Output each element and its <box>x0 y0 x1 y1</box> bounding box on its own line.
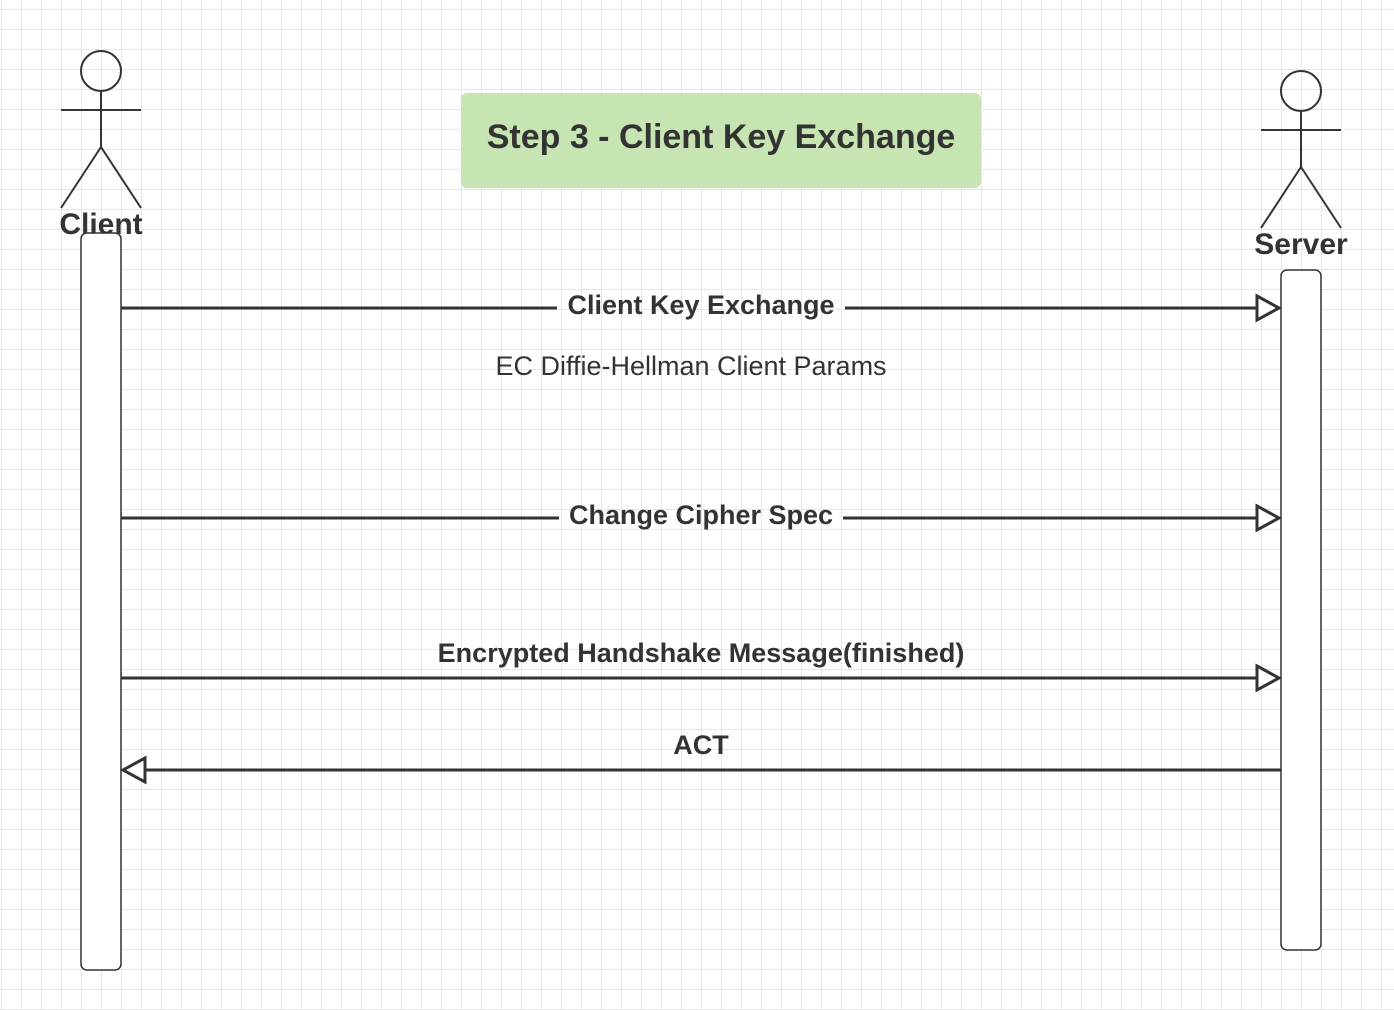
server-actor-label: Server <box>1254 228 1348 261</box>
diagram-title: Step 3 - Client Key Exchange <box>487 118 956 156</box>
server-left-leg <box>1260 166 1302 229</box>
sequence-diagram: Step 3 - Client Key Exchange Client Serv… <box>59 50 1348 971</box>
message-label: Client Key Exchange <box>567 290 834 320</box>
server-right-leg <box>1300 166 1342 229</box>
arrowhead-right <box>1255 663 1283 693</box>
server-actor-figure <box>1260 70 1342 229</box>
server-head <box>1280 70 1322 112</box>
client-head <box>80 50 122 92</box>
message-note: EC Diffie-Hellman Client Params <box>495 351 886 381</box>
client-actor-figure <box>60 50 142 209</box>
message-label: Change Cipher Spec <box>569 500 833 530</box>
client-left-leg <box>60 146 102 209</box>
arrowhead-left <box>119 755 147 785</box>
arrowhead-right <box>1255 503 1283 533</box>
diagram-canvas: Step 3 - Client Key Exchange Client Serv… <box>0 0 1394 1010</box>
message-client-key-exchange: Client Key Exchange EC Diffie-Hellman Cl… <box>121 290 1283 381</box>
client-right-leg <box>100 146 142 209</box>
message-change-cipher-spec: Change Cipher Spec <box>121 500 1283 533</box>
message-label: ACT <box>673 730 729 760</box>
message-label: Encrypted Handshake Message(finished) <box>438 638 965 668</box>
message-encrypted-handshake: Encrypted Handshake Message(finished) <box>121 638 1283 693</box>
server-lifeline <box>1280 269 1322 951</box>
message-act: ACT <box>119 730 1281 785</box>
title-box: Step 3 - Client Key Exchange <box>461 93 981 188</box>
client-lifeline <box>80 232 122 971</box>
arrowhead-right <box>1255 293 1283 323</box>
